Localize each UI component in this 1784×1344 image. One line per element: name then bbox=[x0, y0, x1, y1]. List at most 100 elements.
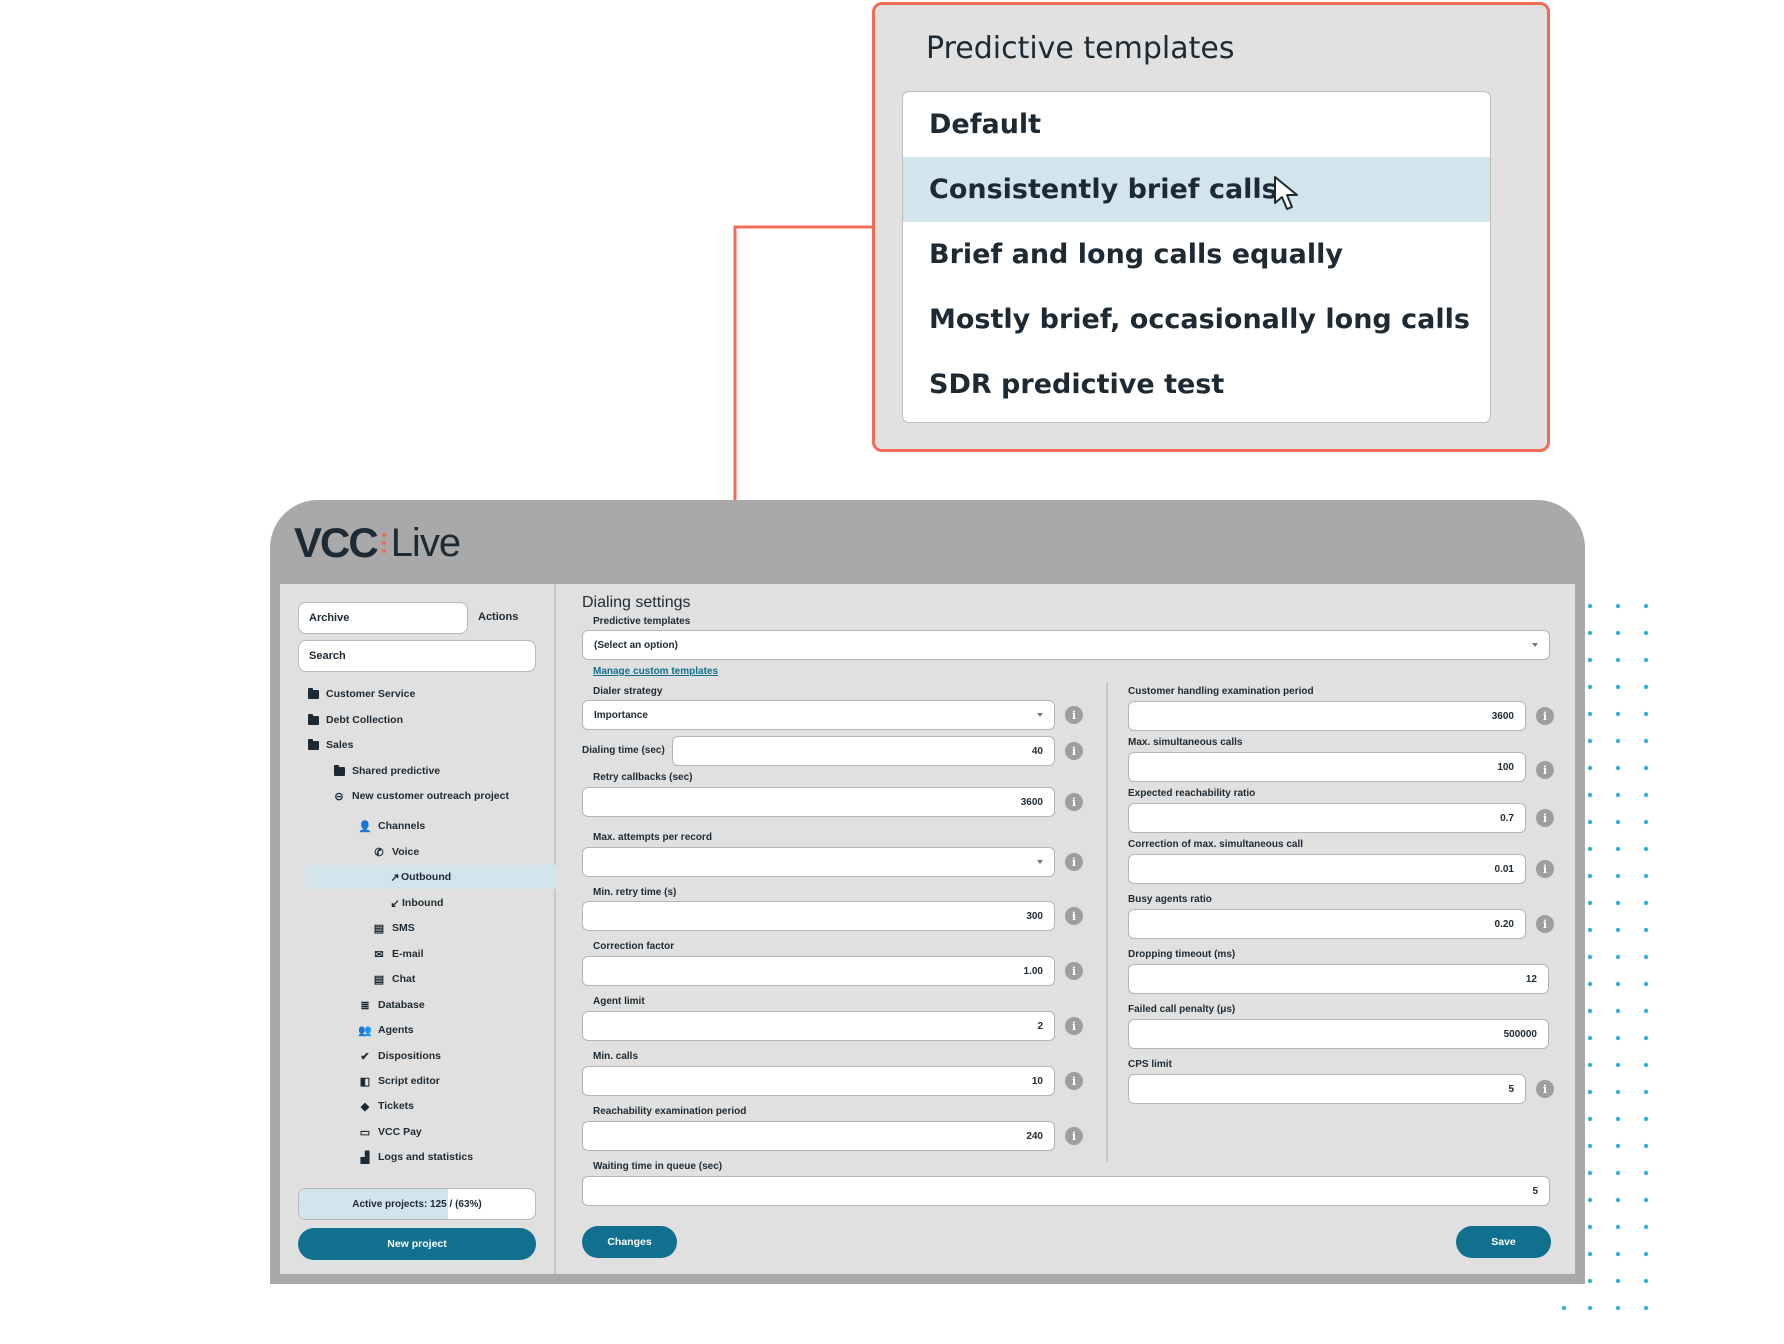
tree-item-chat[interactable]: ▤ Chat bbox=[372, 967, 416, 991]
folder-icon bbox=[306, 713, 320, 727]
correction-factor-input[interactable]: 1.00 bbox=[582, 956, 1055, 986]
decorative-dot bbox=[1587, 1278, 1593, 1284]
info-icon[interactable]: i bbox=[1065, 853, 1083, 871]
arrow-down-left-icon: ↙ bbox=[390, 897, 400, 910]
tree-item-dispositions[interactable]: ✔ Dispositions bbox=[358, 1044, 441, 1068]
agent-limit-input[interactable]: 2 bbox=[582, 1011, 1055, 1041]
dropping-timeout-input[interactable]: 12 bbox=[1128, 964, 1549, 994]
decorative-dot-pattern bbox=[1561, 603, 1649, 1311]
template-option-default[interactable]: Default bbox=[903, 92, 1490, 157]
decorative-dot bbox=[1587, 765, 1593, 771]
new-project-button[interactable]: New project bbox=[298, 1228, 536, 1260]
decorative-dot bbox=[1615, 900, 1621, 906]
changes-button[interactable]: Changes bbox=[582, 1226, 677, 1258]
decorative-dot bbox=[1587, 1116, 1593, 1122]
tree-item-sms[interactable]: ▤ SMS bbox=[372, 916, 415, 940]
manage-custom-templates-link[interactable]: Manage custom templates bbox=[593, 666, 718, 677]
max-attempts-select[interactable] bbox=[582, 847, 1055, 877]
tree-item-vcc-pay[interactable]: ▭ VCC Pay bbox=[358, 1120, 422, 1144]
info-icon[interactable]: i bbox=[1065, 706, 1083, 724]
decorative-dot bbox=[1615, 630, 1621, 636]
tree-item-inbound[interactable]: ↙ Inbound bbox=[390, 891, 443, 915]
dropping-timeout-label: Dropping timeout (ms) bbox=[1128, 949, 1236, 960]
retry-callbacks-label: Retry callbacks (sec) bbox=[593, 772, 693, 783]
decorative-dot bbox=[1615, 1035, 1621, 1041]
handling-period-input[interactable]: 3600 bbox=[1128, 701, 1526, 731]
info-icon[interactable]: i bbox=[1536, 1080, 1554, 1098]
reachability-ratio-input[interactable]: 0.7 bbox=[1128, 803, 1526, 833]
tree-item-debt-collection[interactable]: Debt Collection bbox=[306, 708, 403, 732]
failed-call-penalty-input[interactable]: 500000 bbox=[1128, 1019, 1549, 1049]
agents-icon: 👥 bbox=[358, 1024, 372, 1037]
max-simultaneous-input[interactable]: 100 bbox=[1128, 752, 1526, 782]
failed-call-penalty-label: Failed call penalty (μs) bbox=[1128, 1004, 1236, 1015]
decorative-dot bbox=[1643, 738, 1649, 744]
reachability-period-label: Reachability examination period bbox=[593, 1106, 747, 1117]
info-icon[interactable]: i bbox=[1065, 1127, 1083, 1145]
search-input[interactable]: Search bbox=[298, 640, 536, 672]
decorative-dot bbox=[1587, 1170, 1593, 1176]
tree-item-voice[interactable]: ✆ Voice bbox=[372, 840, 419, 864]
tree-item-script-editor[interactable]: ◧ Script editor bbox=[358, 1069, 440, 1093]
decorative-dot bbox=[1615, 846, 1621, 852]
info-icon[interactable]: i bbox=[1065, 742, 1083, 760]
chevron-down-icon bbox=[1037, 713, 1043, 717]
tree-item-database[interactable]: ≣ Database bbox=[358, 993, 424, 1017]
waiting-time-input[interactable]: 5 bbox=[582, 1176, 1550, 1206]
tree-item-customer-service[interactable]: Customer Service bbox=[306, 682, 415, 706]
dialing-time-label: Dialing time (sec) bbox=[582, 745, 665, 756]
min-calls-input[interactable]: 10 bbox=[582, 1066, 1055, 1096]
predictive-templates-select[interactable]: (Select an option) bbox=[582, 630, 1550, 660]
tree-item-outbound[interactable]: ↗ Outbound bbox=[306, 865, 556, 889]
tree-item-agents[interactable]: 👥 Agents bbox=[358, 1018, 413, 1042]
info-icon[interactable]: i bbox=[1536, 860, 1554, 878]
decorative-dot bbox=[1615, 1305, 1621, 1311]
active-projects-meter: Active projects: 125 / (63%) bbox=[298, 1188, 536, 1220]
min-retry-time-input[interactable]: 300 bbox=[582, 901, 1055, 931]
sidebar: Archive Actions Search Customer Service … bbox=[280, 584, 556, 1274]
decorative-dot bbox=[1615, 1224, 1621, 1230]
decorative-dot bbox=[1615, 954, 1621, 960]
decorative-dot bbox=[1643, 819, 1649, 825]
info-icon[interactable]: i bbox=[1065, 793, 1083, 811]
correction-factor-label: Correction factor bbox=[593, 941, 675, 952]
retry-callbacks-input[interactable]: 3600 bbox=[582, 787, 1055, 817]
info-icon[interactable]: i bbox=[1065, 1017, 1083, 1035]
folder-icon bbox=[306, 687, 320, 701]
info-icon[interactable]: i bbox=[1536, 915, 1554, 933]
tree-item-logs-and-statistics[interactable]: ▟ Logs and statistics bbox=[358, 1145, 473, 1169]
cps-limit-input[interactable]: 5 bbox=[1128, 1074, 1526, 1104]
info-icon[interactable]: i bbox=[1536, 761, 1554, 779]
archive-select[interactable]: Archive bbox=[298, 602, 468, 634]
actions-menu[interactable]: Actions bbox=[478, 611, 518, 623]
info-icon[interactable]: i bbox=[1065, 907, 1083, 925]
cps-limit-label: CPS limit bbox=[1128, 1059, 1172, 1070]
reachability-period-input[interactable]: 240 bbox=[582, 1121, 1055, 1151]
ticket-icon: ◆ bbox=[360, 1100, 370, 1113]
dialer-strategy-select[interactable]: Importance bbox=[582, 700, 1055, 730]
correction-max-input[interactable]: 0.01 bbox=[1128, 854, 1526, 884]
tree-item-tickets[interactable]: ◆ Tickets bbox=[358, 1094, 414, 1118]
decorative-dot bbox=[1615, 603, 1621, 609]
tree-item-new-customer-outreach[interactable]: ⊝ New customer outreach project bbox=[332, 784, 509, 808]
decorative-dot bbox=[1587, 900, 1593, 906]
template-option-mostly-brief[interactable]: Mostly brief, occasionally long calls bbox=[903, 287, 1490, 352]
handling-period-label: Customer handling examination period bbox=[1128, 686, 1314, 697]
tree-item-email[interactable]: ✉ E-mail bbox=[372, 942, 423, 966]
busy-agents-ratio-input[interactable]: 0.20 bbox=[1128, 909, 1526, 939]
predictive-templates-label: Predictive templates bbox=[593, 616, 691, 627]
save-button[interactable]: Save bbox=[1456, 1226, 1551, 1258]
template-option-consistently-brief[interactable]: Consistently brief calls bbox=[903, 157, 1490, 222]
info-icon[interactable]: i bbox=[1536, 707, 1554, 725]
template-option-brief-and-long[interactable]: Brief and long calls equally bbox=[903, 222, 1490, 287]
tree-item-shared-predictive[interactable]: Shared predictive bbox=[332, 759, 440, 783]
info-icon[interactable]: i bbox=[1536, 809, 1554, 827]
template-option-sdr-test[interactable]: SDR predictive test bbox=[903, 352, 1490, 417]
dialer-strategy-label: Dialer strategy bbox=[593, 686, 663, 697]
tree-item-channels[interactable]: 👤 Channels bbox=[358, 814, 425, 838]
tree-item-sales[interactable]: Sales bbox=[306, 733, 353, 757]
dialing-time-input[interactable]: 40 bbox=[672, 736, 1055, 766]
decorative-dot bbox=[1643, 1035, 1649, 1041]
info-icon[interactable]: i bbox=[1065, 962, 1083, 980]
info-icon[interactable]: i bbox=[1065, 1072, 1083, 1090]
